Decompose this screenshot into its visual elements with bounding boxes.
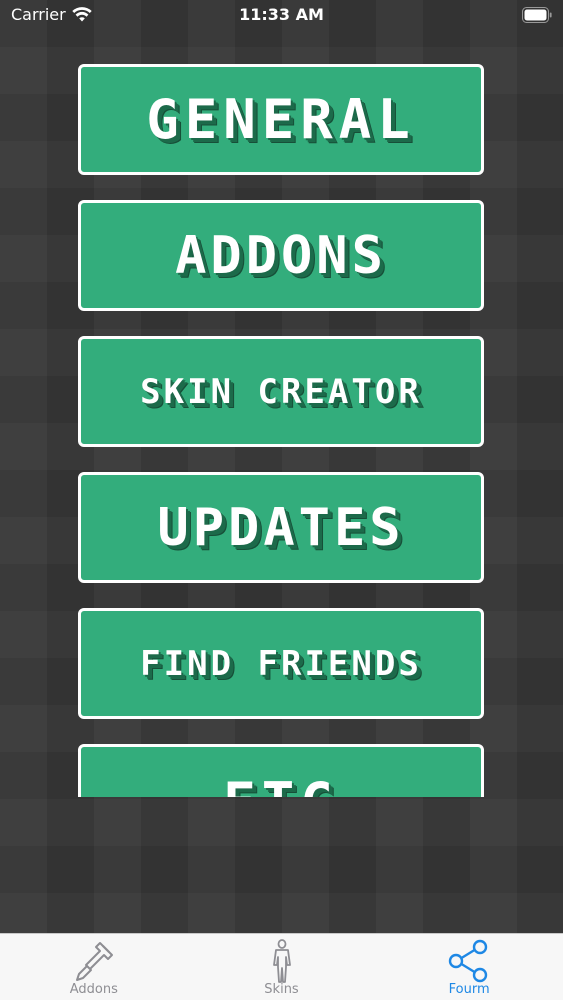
menu-list[interactable]: GENERAL ADDONS SKIN CREATOR UPDATES FIND… [0, 40, 563, 797]
tab-addons-label: Addons [69, 982, 118, 997]
etc-button[interactable]: ETC [78, 744, 484, 797]
tab-skins-label: Skins [264, 982, 299, 997]
etc-button-label: ETC [223, 771, 339, 797]
status-bar: Carrier 11:33 AM [0, 0, 563, 30]
skin-creator-button[interactable]: SKIN CREATOR [78, 336, 484, 447]
updates-button[interactable]: UPDATES [78, 472, 484, 583]
tab-fourm-label: Fourm [448, 982, 490, 997]
status-time: 11:33 AM [239, 5, 324, 24]
tab-skins[interactable]: Skins [188, 934, 376, 1000]
general-button[interactable]: GENERAL [78, 64, 484, 175]
tab-bar: Addons Skins Fourm [0, 933, 563, 1000]
addons-button[interactable]: ADDONS [78, 200, 484, 311]
updates-button-label: UPDATES [157, 497, 405, 558]
tab-fourm[interactable]: Fourm [375, 934, 563, 1000]
addons-button-label: ADDONS [175, 225, 387, 286]
find-friends-button-label: FIND FRIENDS [140, 643, 422, 684]
battery-icon [522, 7, 552, 23]
skin-creator-button-label: SKIN CREATOR [140, 371, 422, 412]
find-friends-button[interactable]: FIND FRIENDS [78, 608, 484, 719]
person-icon [272, 939, 291, 983]
shovel-icon [75, 942, 113, 981]
tab-addons[interactable]: Addons [0, 934, 188, 1000]
share-icon [448, 939, 488, 983]
general-button-label: GENERAL [146, 88, 416, 151]
